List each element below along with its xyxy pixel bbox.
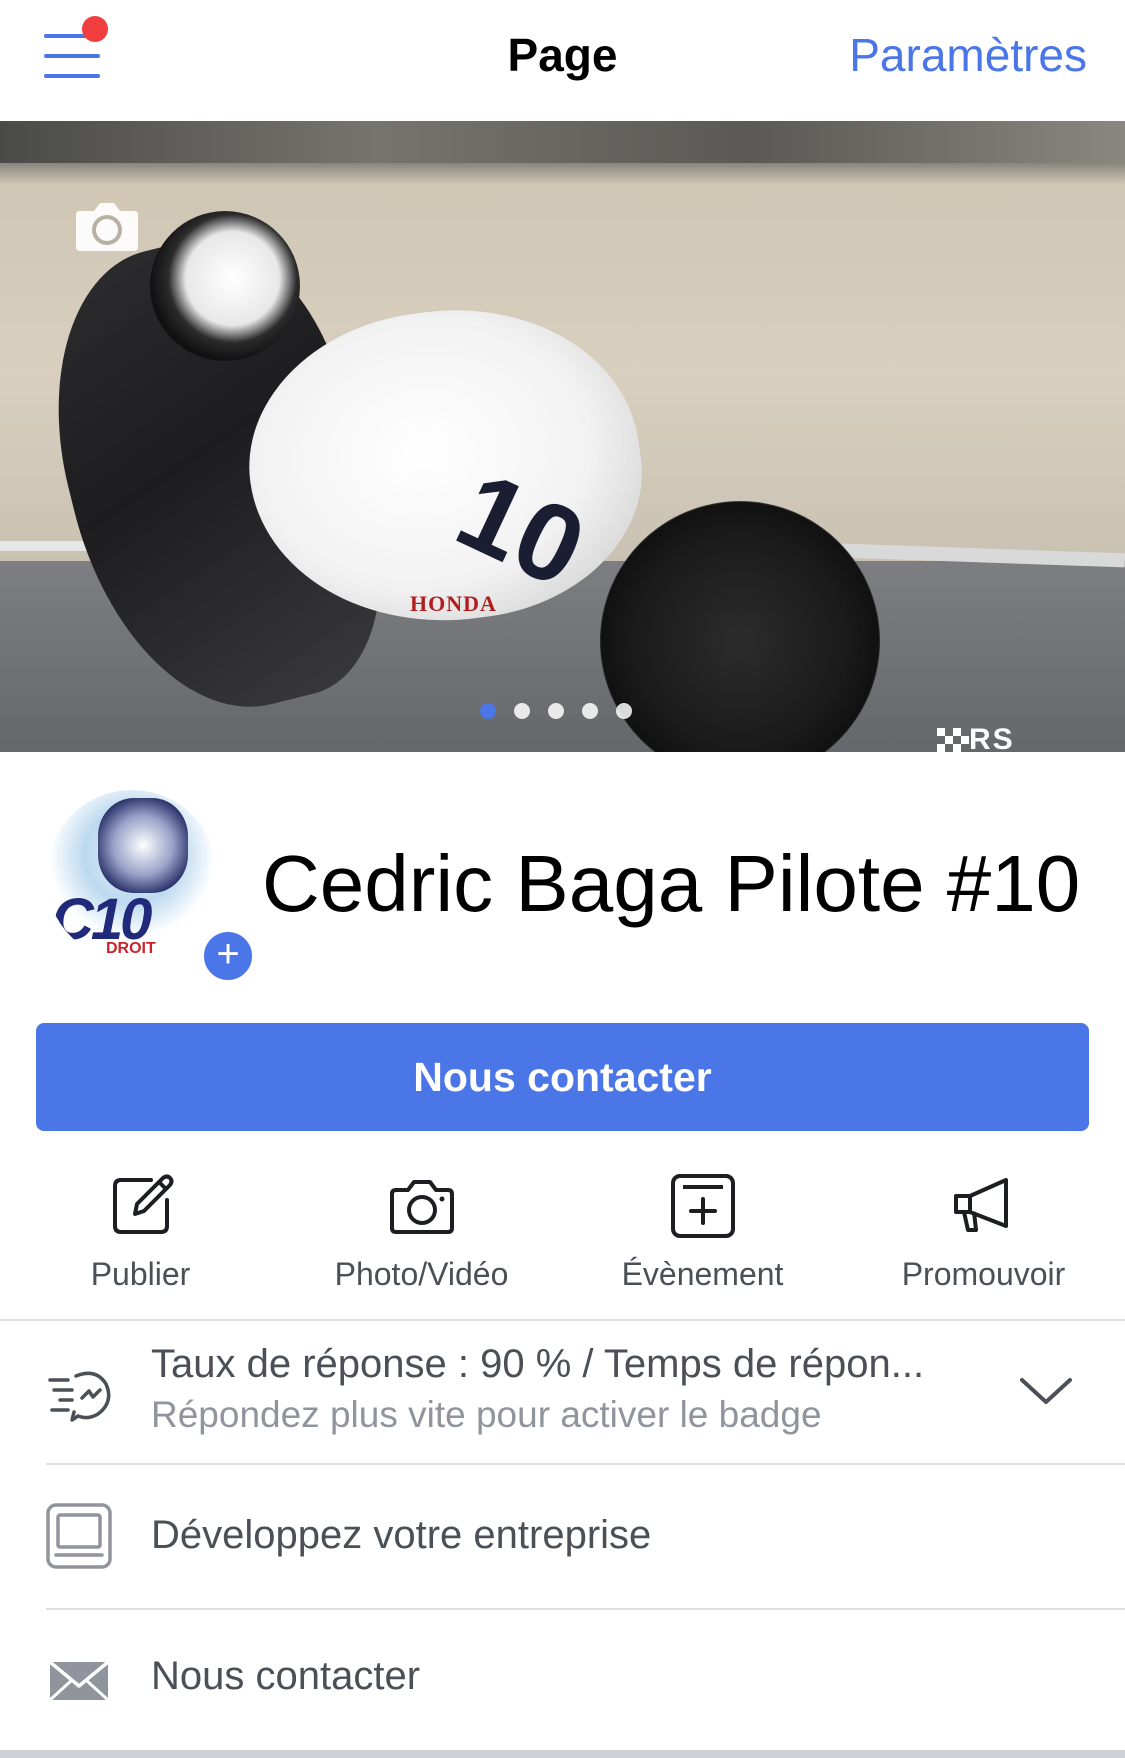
- camera-icon[interactable]: [74, 199, 140, 253]
- event-label: Évènement: [621, 1256, 784, 1292]
- contact-row-label: Nous contacter: [151, 1654, 421, 1698]
- bottom-divider: [0, 1750, 1125, 1758]
- publish-button[interactable]: Publier: [0, 1170, 281, 1320]
- profile-logo-bike: [98, 798, 188, 893]
- cover-bike-brand: HONDA: [410, 591, 497, 616]
- edit-icon: [112, 1174, 173, 1234]
- cover-photo[interactable]: 10 HONDA RS: [0, 121, 1125, 752]
- cover-watermark-text: RS: [969, 723, 1015, 753]
- chevron-down-icon[interactable]: [1018, 1374, 1074, 1408]
- pager-dot[interactable]: [616, 703, 632, 719]
- page-name: Cedric Baga Pilote #10: [262, 839, 1081, 928]
- profile-picture[interactable]: C10 DROIT: [42, 786, 222, 966]
- pager-dot[interactable]: [582, 703, 598, 719]
- publish-label: Publier: [90, 1256, 191, 1292]
- grow-business-label: Développez votre entreprise: [151, 1513, 652, 1557]
- action-bar: Publier Photo/Vidéo Évènement Promouvoir: [0, 1170, 1125, 1320]
- cover-background-barrier: [0, 121, 1125, 163]
- grow-business-row[interactable]: Développez votre entreprise: [0, 1465, 1125, 1608]
- pager-dot-active[interactable]: [480, 703, 496, 719]
- monitor-icon: [46, 1503, 112, 1569]
- top-navbar: Page Paramètres: [0, 0, 1125, 121]
- promote-button[interactable]: Promouvoir: [843, 1170, 1124, 1320]
- contact-button[interactable]: Nous contacter: [36, 1023, 1089, 1131]
- envelope-icon: [48, 1660, 110, 1702]
- contact-row[interactable]: Nous contacter: [0, 1610, 1125, 1750]
- page-screen: Page Paramètres 10 HONDA RS C10 DROIT + …: [0, 0, 1125, 1758]
- settings-link[interactable]: Paramètres: [849, 28, 1087, 82]
- calendar-add-icon: [670, 1174, 735, 1238]
- cover-pager: [480, 703, 632, 719]
- cover-bike-wheel: [600, 501, 880, 752]
- photo-video-button[interactable]: Photo/Vidéo: [281, 1170, 562, 1320]
- profile-logo-subtext: DROIT: [106, 940, 156, 957]
- event-button[interactable]: Évènement: [562, 1170, 843, 1320]
- photo-video-label: Photo/Vidéo: [334, 1256, 509, 1292]
- plus-icon[interactable]: +: [200, 928, 256, 984]
- response-speed-icon: [48, 1371, 111, 1422]
- profile-logo: C10 DROIT: [46, 790, 218, 962]
- response-rate-row[interactable]: Taux de réponse : 90 % / Temps de répon.…: [0, 1322, 1125, 1464]
- pager-dot[interactable]: [514, 703, 530, 719]
- response-rate-title: Taux de réponse : 90 % / Temps de répon.…: [151, 1342, 925, 1386]
- promote-label: Promouvoir: [901, 1256, 1066, 1292]
- megaphone-icon: [953, 1178, 1008, 1232]
- response-rate-subtitle: Répondez plus vite pour activer le badge: [151, 1394, 822, 1435]
- pager-dot[interactable]: [548, 703, 564, 719]
- cover-watermark-logo: RS: [937, 724, 1107, 752]
- divider: [0, 1319, 1125, 1321]
- camera-icon: [389, 1180, 454, 1234]
- cover-rider-helmet: [150, 211, 300, 361]
